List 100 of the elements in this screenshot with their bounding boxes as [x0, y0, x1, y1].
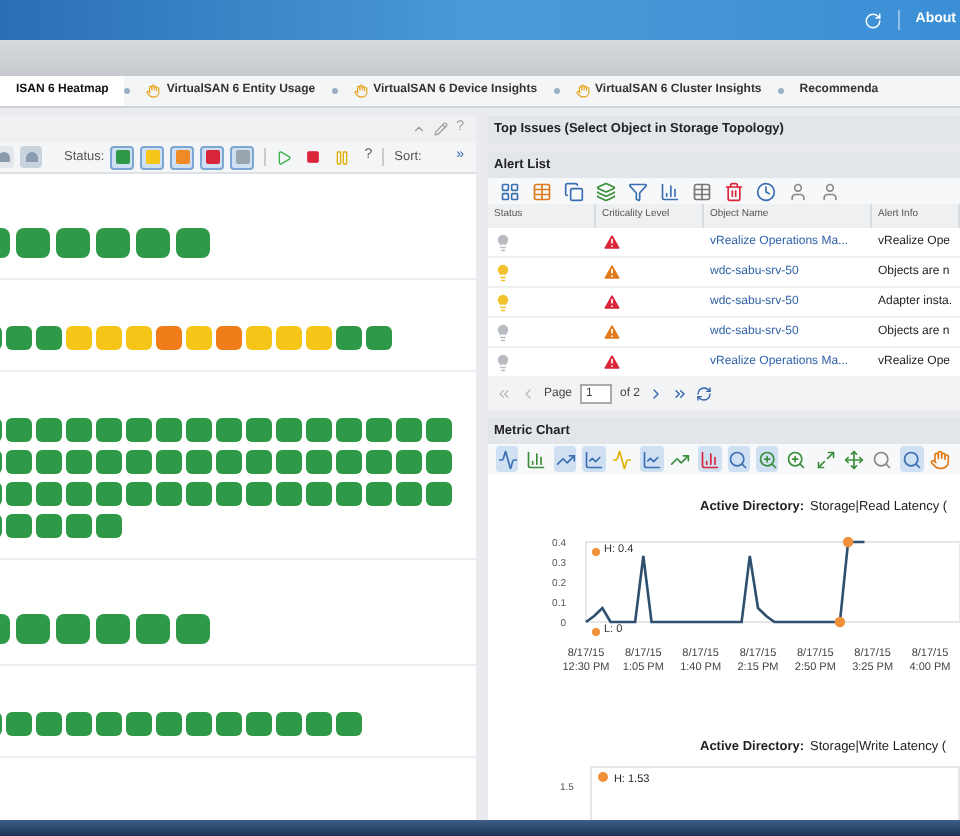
zoom-icon[interactable]	[755, 446, 779, 472]
heatmap-tile[interactable]	[176, 614, 210, 644]
heatmap-tile[interactable]	[366, 418, 392, 442]
heatmap-tile[interactable]	[186, 712, 212, 736]
heatmap-tile[interactable]	[216, 326, 242, 350]
heatmap-tile[interactable]	[16, 614, 50, 644]
heatmap-tile[interactable]	[186, 326, 212, 350]
status-filter[interactable]	[170, 145, 195, 169]
status-filter[interactable]	[110, 145, 135, 169]
heatmap-tile[interactable]	[216, 418, 242, 442]
heatmap-tile[interactable]	[96, 482, 122, 506]
heatmap-tile[interactable]	[36, 482, 62, 506]
hand-icon[interactable]	[929, 446, 952, 472]
heatmap-tile[interactable]	[336, 482, 362, 506]
search-icon[interactable]	[900, 446, 924, 472]
heatmap-tile[interactable]	[426, 482, 452, 506]
heatmap-tile[interactable]	[306, 482, 332, 506]
heatmap-tile[interactable]	[136, 614, 170, 644]
copy-icon[interactable]	[560, 178, 586, 204]
heatmap-tile[interactable]	[66, 514, 92, 538]
heatmap-tile[interactable]	[36, 450, 62, 474]
heatmap-tile[interactable]	[126, 418, 152, 442]
heatmap-tile[interactable]	[36, 514, 62, 538]
heatmap-tile[interactable]	[216, 712, 242, 736]
bar-chart-icon[interactable]	[524, 446, 548, 472]
heatmap-tile[interactable]	[6, 712, 32, 736]
heatmap-tile[interactable]	[16, 228, 50, 258]
heatmap-tile[interactable]	[36, 712, 62, 736]
heatmap-tile[interactable]	[366, 482, 392, 506]
heatmap-tile[interactable]	[36, 326, 62, 350]
heatmap-tile[interactable]	[276, 326, 302, 350]
heatmap-tile[interactable]	[66, 326, 92, 350]
heatmap-tile[interactable]	[306, 418, 332, 442]
heatmap-tile[interactable]	[56, 228, 90, 258]
heatmap-tile[interactable]	[276, 450, 302, 474]
heatmap-tile[interactable]	[96, 712, 122, 736]
group-icon[interactable]	[496, 178, 522, 204]
heatmap-tile[interactable]	[156, 482, 182, 506]
line-chart-icon[interactable]	[582, 446, 606, 472]
heatmap-tile[interactable]	[156, 712, 182, 736]
collapse-icon[interactable]	[412, 122, 427, 136]
heatmap-tile[interactable]	[126, 482, 152, 506]
heatmap-tile[interactable]	[156, 450, 182, 474]
heatmap-tile[interactable]	[246, 712, 272, 736]
heatmap-tile[interactable]	[336, 450, 362, 474]
heatmap-tile[interactable]	[426, 450, 452, 474]
heatmap-tile[interactable]	[66, 712, 92, 736]
heatmap-tile[interactable]	[246, 450, 272, 474]
heatmap-tile[interactable]	[96, 228, 130, 258]
heatmap-tile[interactable]	[176, 228, 210, 258]
clock-icon[interactable]	[752, 178, 778, 204]
heatmap-tile[interactable]	[306, 712, 332, 736]
heatmap-tile[interactable]	[186, 482, 212, 506]
heatmap-tile[interactable]	[56, 614, 90, 644]
heatmap-tile[interactable]	[126, 450, 152, 474]
heatmap-tile[interactable]	[396, 418, 422, 442]
heatmap-tile[interactable]	[276, 712, 302, 736]
heatmap-tile[interactable]	[6, 326, 32, 350]
bar-chart-icon[interactable]	[698, 446, 721, 472]
refresh-icon[interactable]	[696, 386, 713, 402]
heatmap-tile[interactable]	[186, 450, 212, 474]
play-icon[interactable]	[276, 149, 293, 165]
stop-icon[interactable]	[306, 150, 321, 164]
heatmap-tile[interactable]	[366, 450, 392, 474]
trend-icon[interactable]	[611, 446, 635, 472]
heatmap-tile[interactable]	[336, 418, 362, 442]
heatmap-tile[interactable]	[246, 418, 272, 442]
status-filter[interactable]	[140, 145, 165, 169]
heatmap-tile[interactable]	[96, 418, 122, 442]
heatmap-tile[interactable]	[276, 482, 302, 506]
heatmap-tile[interactable]	[246, 326, 272, 350]
heatmap-tile[interactable]	[366, 326, 392, 350]
heatmap-tile[interactable]	[306, 450, 332, 474]
pan-icon[interactable]	[842, 446, 866, 472]
heatmap-tile[interactable]	[396, 482, 422, 506]
heatmap-tile[interactable]	[426, 418, 452, 442]
delete-icon[interactable]	[720, 178, 746, 204]
edit-icon[interactable]	[434, 122, 449, 136]
heatmap-tile[interactable]	[216, 482, 242, 506]
heatmap-tile[interactable]	[96, 326, 122, 350]
refresh-icon[interactable]	[863, 11, 882, 29]
heatmap-tile[interactable]	[276, 418, 302, 442]
heatmap-tile[interactable]	[126, 326, 152, 350]
heatmap-tile[interactable]	[66, 482, 92, 506]
heatmap-tile[interactable]	[396, 450, 422, 474]
heatmap-tile[interactable]	[6, 418, 32, 442]
heatmap-tile[interactable]	[6, 482, 32, 506]
search-icon[interactable]	[871, 446, 895, 472]
search-icon[interactable]	[727, 446, 750, 472]
filter-icon[interactable]	[624, 178, 650, 204]
heatmap-tile[interactable]	[36, 418, 62, 442]
heatmap-tile[interactable]	[96, 614, 130, 644]
heatmap-tile[interactable]	[306, 326, 332, 350]
heatmap-tile[interactable]	[66, 450, 92, 474]
heatmap-tile[interactable]	[96, 514, 122, 538]
heatmap-tile[interactable]	[6, 450, 32, 474]
heatmap-tile[interactable]	[136, 228, 170, 258]
heatmap-tile[interactable]	[66, 418, 92, 442]
status-filter[interactable]	[200, 145, 225, 169]
heatmap-tile[interactable]	[246, 482, 272, 506]
